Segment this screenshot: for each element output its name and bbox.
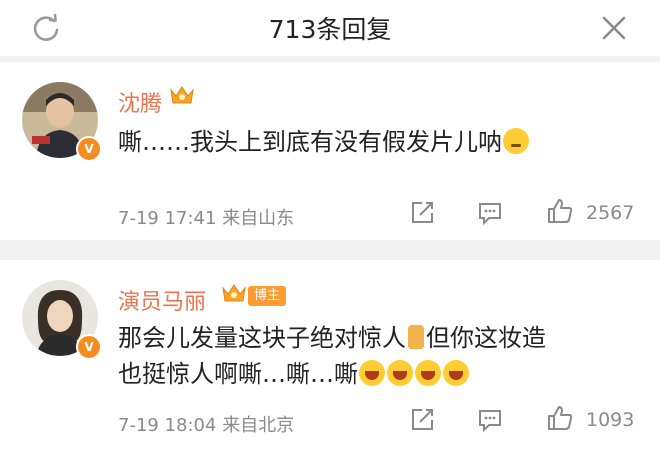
comment-text: 那会儿发量这块子绝对惊人 但你这妆造 也挺惊人啊嘶…嘶…嘶	[118, 324, 546, 388]
like-count: 2567	[586, 202, 635, 224]
comment-text: 嘶……我头上到底有没有假发片儿呐	[118, 124, 638, 160]
repost-icon[interactable]	[408, 406, 436, 434]
comment-time: 7-19 18:04	[118, 415, 217, 436]
comment-location: 来自北京	[222, 415, 295, 436]
reply-count-title: 713条回复	[268, 15, 392, 44]
comment-item: V 演员马丽 博主 那会儿发量这块子绝对惊人 但你这妆造 也挺惊人啊嘶…嘶…嘶 7…	[0, 260, 660, 451]
comment-divider	[0, 240, 660, 260]
like-icon[interactable]	[546, 197, 574, 225]
comment-icon[interactable]	[476, 199, 504, 227]
like-count: 1093	[586, 409, 635, 431]
comment-location: 来自山东	[222, 208, 295, 229]
laugh-face-icon	[443, 360, 469, 386]
verified-badge-icon: V	[76, 136, 102, 162]
commenter-name[interactable]: 演员马丽	[118, 284, 206, 316]
laugh-face-icon	[387, 360, 413, 386]
member-crown-icon	[170, 86, 194, 104]
thumbs-up-icon	[408, 325, 424, 349]
laugh-face-icon	[415, 360, 441, 386]
reply-header: 713条回复	[0, 0, 660, 56]
member-crown-icon	[222, 284, 246, 302]
think-face-icon	[503, 128, 529, 154]
comment-meta: 7-19 18:04 来自北京	[118, 411, 294, 437]
repost-icon[interactable]	[408, 199, 436, 227]
comment-time: 7-19 17:41	[118, 208, 217, 229]
refresh-icon[interactable]	[30, 12, 62, 44]
verified-badge-icon: V	[76, 334, 102, 360]
commenter-name[interactable]: 沈腾	[118, 86, 162, 118]
comment-icon[interactable]	[476, 406, 504, 434]
close-icon[interactable]	[598, 12, 630, 44]
comment-meta: 7-19 17:41 来自山东	[118, 204, 294, 230]
like-icon[interactable]	[546, 404, 574, 432]
laugh-face-icon	[359, 360, 385, 386]
blogger-tag: 博主	[248, 286, 287, 306]
comment-item: V 沈腾 嘶……我头上到底有没有假发片儿呐 7-19 17:41 来自山东 25…	[0, 62, 660, 240]
